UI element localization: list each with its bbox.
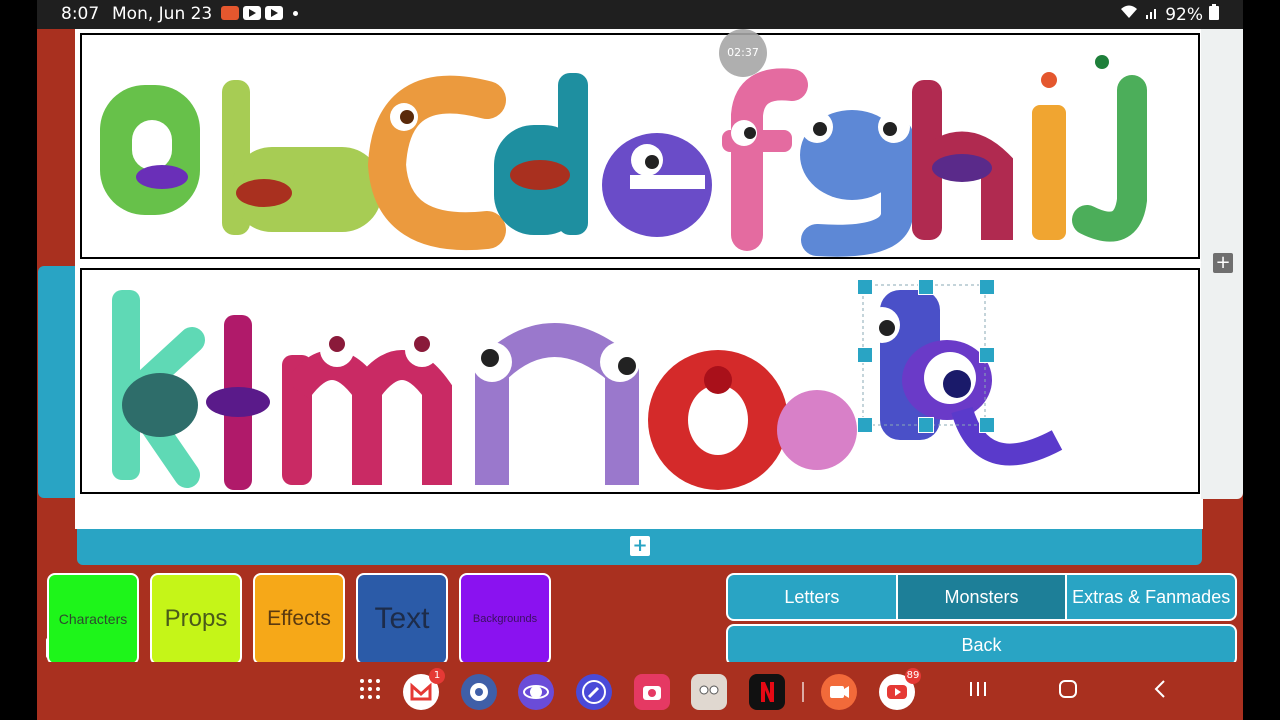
battery-percent: 92% — [1165, 4, 1203, 25]
letter-g-monster[interactable] — [800, 110, 913, 257]
browser-app-icon[interactable] — [576, 674, 612, 710]
letter-m-monster[interactable] — [282, 333, 452, 485]
letter-o-monster[interactable] — [648, 350, 788, 490]
home-icon[interactable] — [1058, 679, 1078, 705]
selection-handle[interactable] — [979, 417, 995, 433]
recording-timer: 02:37 — [719, 29, 767, 77]
recent-apps-icon[interactable] — [968, 679, 988, 705]
letter-strip-1[interactable] — [80, 33, 1200, 259]
app-drawer-icon[interactable] — [359, 678, 381, 706]
row-side-tab[interactable]: − — [38, 266, 75, 658]
add-row-bar[interactable]: + — [77, 529, 1202, 565]
letter-strip-2[interactable] — [80, 268, 1200, 494]
back-nav-icon[interactable] — [1151, 679, 1171, 705]
youtube-badge: 89 — [905, 668, 921, 684]
app-screen: 8:07 Mon, Jun 23 92% + − — [37, 0, 1243, 720]
youtube-notification-icon — [243, 6, 261, 20]
android-taskbar: 1 89 — [37, 662, 1243, 720]
letter-k-monster[interactable] — [112, 290, 205, 488]
tab-letters[interactable]: Letters — [728, 575, 896, 619]
signal-icon — [1145, 5, 1159, 25]
selection-handle[interactable] — [979, 347, 995, 363]
screen-record-icon — [221, 6, 239, 20]
selection-handle[interactable] — [918, 279, 934, 295]
taskbar-divider — [802, 682, 804, 702]
category-characters-button[interactable]: Characters — [47, 573, 139, 665]
wifi-icon — [1119, 4, 1139, 25]
category-text-button[interactable]: Text — [356, 573, 448, 665]
back-button[interactable]: Back — [726, 624, 1237, 666]
status-date: Mon, Jun 23 — [112, 4, 213, 24]
add-row-plus-icon[interactable]: + — [1213, 253, 1233, 273]
selection-handle[interactable] — [979, 279, 995, 295]
letter-a-monster[interactable] — [100, 85, 200, 215]
netflix-app-icon[interactable] — [749, 674, 785, 710]
youtube-notification-icon — [265, 6, 283, 20]
category-props-button[interactable]: Props — [150, 573, 242, 665]
category-effects-button[interactable]: Effects — [253, 573, 345, 665]
selection-handle[interactable] — [918, 417, 934, 433]
samsung-internet-app-icon[interactable] — [518, 674, 554, 710]
screen-recorder-app-icon[interactable] — [821, 674, 857, 710]
letter-e-monster[interactable] — [602, 133, 712, 237]
letter-l-monster[interactable] — [206, 315, 270, 490]
add-row-plus-icon[interactable]: + — [630, 536, 650, 556]
letter-i-monster[interactable] — [1032, 64, 1066, 240]
category-backgrounds-button[interactable]: Backgrounds — [459, 573, 551, 665]
status-time: 8:07 — [61, 4, 100, 24]
status-bar: 8:07 Mon, Jun 23 92% — [37, 0, 1243, 29]
battery-icon — [1209, 4, 1219, 25]
letter-n-monster[interactable] — [472, 323, 640, 485]
gmail-app-icon[interactable]: 1 — [403, 668, 445, 710]
settings-app-icon[interactable] — [461, 674, 497, 710]
more-notifications-icon — [293, 10, 298, 16]
selection-handle[interactable] — [857, 417, 873, 433]
letter-d-monster[interactable] — [494, 73, 588, 235]
tab-extras-fanmades[interactable]: Extras & Fanmades — [1067, 575, 1235, 619]
letter-c-monster[interactable] — [367, 75, 506, 251]
library-tabs: Letters Monsters Extras & Fanmades — [726, 573, 1237, 621]
status-right: 92% — [1119, 4, 1219, 25]
letter-f-monster[interactable] — [722, 68, 808, 251]
youtube-app-icon[interactable]: 89 — [879, 668, 921, 710]
letter-j-monster[interactable] — [1072, 45, 1147, 242]
letters-a-to-j — [100, 45, 1147, 257]
letter-p-monster-selected[interactable] — [777, 290, 1063, 470]
gmail-badge: 1 — [429, 668, 445, 684]
monster-app-icon[interactable] — [691, 674, 727, 710]
tab-monsters[interactable]: Monsters — [897, 575, 1066, 619]
selection-handle[interactable] — [857, 279, 873, 295]
letter-h-monster[interactable] — [912, 80, 1013, 240]
camera-app-icon[interactable] — [634, 674, 670, 710]
letter-b-monster[interactable] — [222, 80, 382, 235]
notification-icons — [221, 6, 298, 20]
letters-k-to-p — [112, 284, 1063, 490]
selection-handle[interactable] — [857, 347, 873, 363]
